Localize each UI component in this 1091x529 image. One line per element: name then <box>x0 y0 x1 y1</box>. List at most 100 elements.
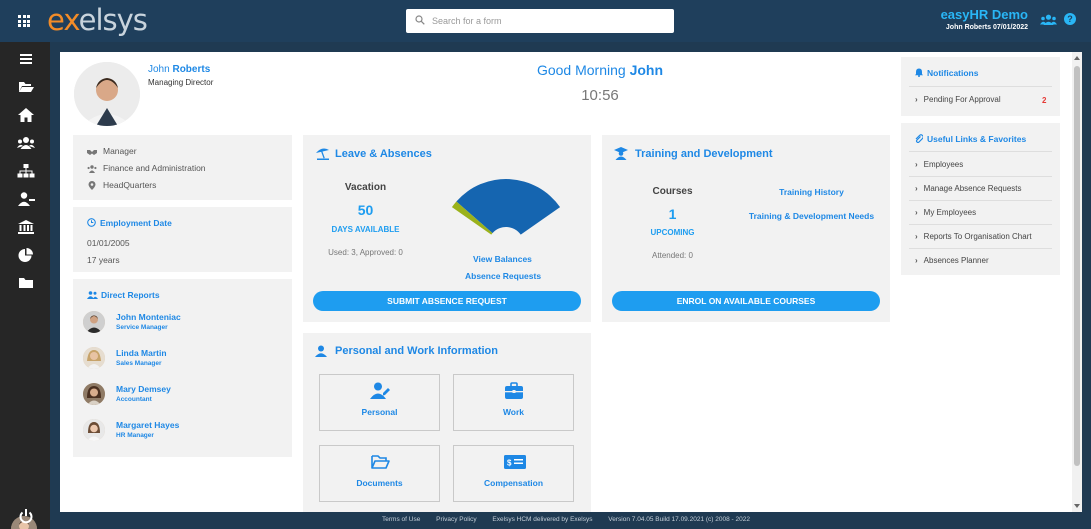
used-approved-text: Used: 3, Approved: 0 <box>328 248 403 257</box>
umbrella-beach-icon <box>316 148 329 160</box>
compensation-tile[interactable]: $ Compensation <box>453 445 574 502</box>
useful-links-panel: Useful Links & Favorites › Employees › Man… <box>901 123 1060 275</box>
report-name[interactable]: Linda Martin <box>116 348 167 358</box>
power-icon[interactable] <box>17 508 35 524</box>
account-info[interactable]: easyHR Demo John Roberts 07/01/2022 <box>941 7 1028 31</box>
money-check-icon: $ <box>504 455 526 469</box>
map-marker-icon <box>88 181 96 190</box>
link-absences-planner[interactable]: › Absences Planner <box>915 256 989 265</box>
divider <box>909 86 1052 87</box>
leave-gauge <box>451 178 561 235</box>
home-icon[interactable] <box>17 107 35 123</box>
personal-work-panel: Personal and Work Information Personal W… <box>303 333 591 512</box>
folder-icon[interactable] <box>17 275 35 291</box>
courses-label: Courses <box>652 186 693 197</box>
avatar <box>83 419 105 441</box>
version-text: Version 7.04.05 Build 17.09.2021 (c) 200… <box>608 516 750 523</box>
location-text: HeadQuarters <box>103 180 157 190</box>
privacy-link[interactable]: Privacy Policy <box>436 516 476 523</box>
help-icon[interactable]: ? <box>1064 13 1076 25</box>
link-org-chart-label: Reports To Organisation Chart <box>923 232 1032 241</box>
personal-tile-label: Personal <box>361 407 398 417</box>
avatar <box>83 311 105 333</box>
menu-icon[interactable] <box>17 51 35 67</box>
divider <box>909 176 1052 177</box>
delivered-by-text: Exelsys HCM delivered by Exelsys <box>492 516 593 523</box>
training-history-link[interactable]: Training History <box>740 187 883 197</box>
useful-links-heading-text: Useful Links & Favorites <box>927 134 1027 144</box>
terms-link[interactable]: Terms of Use <box>382 516 420 523</box>
details-panel: Manager Finance and Administration HeadQ… <box>73 135 292 200</box>
role-row: Manager <box>87 146 137 156</box>
view-balances-link[interactable]: View Balances <box>473 254 532 264</box>
days-available-label: DAYS AVAILABLE <box>331 225 400 234</box>
department-text: Finance and Administration <box>103 163 206 173</box>
personal-work-title: Personal and Work Information <box>335 345 498 357</box>
notifications-heading-text: Notifications <box>927 68 979 78</box>
scroll-down-icon[interactable] <box>1074 504 1080 508</box>
search-icon <box>415 15 425 25</box>
team-icon[interactable] <box>17 135 35 151</box>
employment-panel: Employment Date 01/01/2005 17 years <box>73 207 292 272</box>
leave-panel: Leave & Absences Vacation 50 DAYS AVAILA… <box>303 135 591 322</box>
documents-tile[interactable]: Documents <box>319 445 440 502</box>
employment-heading-text: Employment Date <box>100 218 172 228</box>
training-needs-link[interactable]: Training & Development Needs <box>740 211 883 221</box>
location-row: HeadQuarters <box>87 180 156 190</box>
role-text: Manager <box>103 146 137 156</box>
app-title: easyHR Demo <box>940 7 1028 22</box>
handshake-icon <box>87 150 97 155</box>
link-my-employees[interactable]: › My Employees <box>915 208 976 217</box>
report-name[interactable]: Mary Demsey <box>116 384 171 394</box>
first-name: John <box>148 64 170 75</box>
employment-date: 01/01/2005 <box>87 238 130 248</box>
divider <box>909 248 1052 249</box>
pie-chart-icon[interactable] <box>17 247 35 263</box>
submit-absence-request-button[interactable]: SUBMIT ABSENCE REQUEST <box>313 291 581 311</box>
report-name[interactable]: John Monteniac <box>116 312 181 322</box>
clock-icon <box>87 218 96 227</box>
search-box[interactable] <box>406 9 674 33</box>
link-employees-label: Employees <box>923 160 964 169</box>
personal-tile[interactable]: Personal <box>319 374 440 431</box>
link-manage-absence-requests[interactable]: › Manage Absence Requests <box>915 184 1022 193</box>
exelsys-logo[interactable]: exelsys <box>47 3 148 37</box>
report-role: HR Manager <box>116 432 154 439</box>
courses-count: 1 <box>668 206 677 222</box>
enrol-courses-button[interactable]: ENROL ON AVAILABLE COURSES <box>612 291 880 311</box>
report-name[interactable]: Margaret Hayes <box>116 420 179 430</box>
folder-open-icon[interactable] <box>17 79 35 95</box>
direct-reports-panel: Direct Reports John Monteniac Service Ma… <box>73 279 292 457</box>
compensation-tile-label: Compensation <box>483 478 544 488</box>
attended-text: Attended: 0 <box>652 251 693 260</box>
work-tile-label: Work <box>502 407 525 417</box>
bank-icon[interactable] <box>17 219 35 235</box>
scroll-thumb[interactable] <box>1074 66 1080 466</box>
scrollbar[interactable] <box>1072 52 1082 512</box>
pending-approval-count: 2 <box>1042 96 1047 105</box>
days-available-count: 50 <box>357 202 374 218</box>
user-minus-icon[interactable] <box>17 191 35 207</box>
org-chart-icon[interactable] <box>17 163 35 179</box>
useful-links-heading: Useful Links & Favorites <box>915 134 1026 144</box>
user-edit-icon <box>370 382 390 399</box>
search-input[interactable] <box>432 12 662 30</box>
users-icon[interactable] <box>1040 14 1057 26</box>
pending-approval-label: Pending For Approval <box>923 95 1001 104</box>
svg-text:$: $ <box>507 459 512 468</box>
link-org-chart[interactable]: › Reports To Organisation Chart <box>915 232 1032 241</box>
app-grid-icon[interactable] <box>18 15 30 27</box>
profile-title: Managing Director <box>148 78 214 87</box>
notifications-heading: Notifications <box>915 68 978 78</box>
notifications-panel: Notifications › Pending For Approval 2 <box>901 57 1060 116</box>
greeting: Good Morning John <box>500 62 700 78</box>
report-role: Accountant <box>116 396 152 403</box>
scroll-up-icon[interactable] <box>1074 56 1080 60</box>
clock-time: 10:56 <box>581 87 619 104</box>
link-absences-planner-label: Absences Planner <box>923 256 989 265</box>
divider <box>909 224 1052 225</box>
link-employees[interactable]: › Employees <box>915 160 963 169</box>
pending-approval-item[interactable]: › Pending For Approval <box>915 95 1001 104</box>
absence-requests-link[interactable]: Absence Requests <box>465 271 541 281</box>
work-tile[interactable]: Work <box>453 374 574 431</box>
